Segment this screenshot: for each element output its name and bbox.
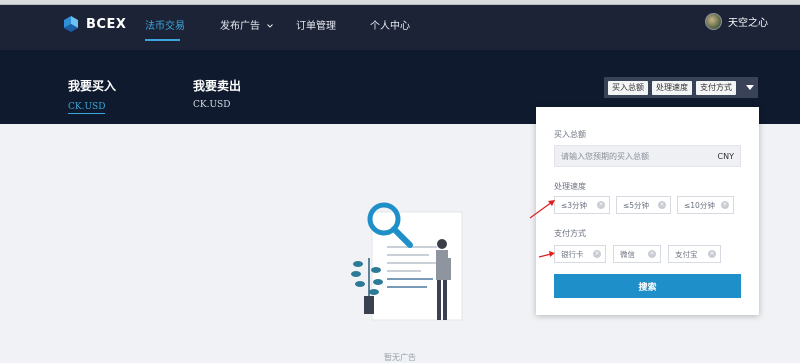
nav-item-order-management[interactable]: 订单管理 [296, 17, 336, 32]
empty-state-text: 暂无广告 [384, 353, 416, 362]
sell-title: 我要卖出 [193, 79, 242, 93]
brand-logo[interactable]: BCEX [62, 15, 126, 33]
buy-title: 我要买入 [68, 79, 117, 93]
filter-dropdown-toggle[interactable] [741, 77, 758, 98]
payment-option-wechat[interactable]: 微信 × [613, 245, 661, 263]
close-icon[interactable]: × [721, 201, 729, 209]
payment-option-label: 支付宝 [675, 249, 698, 259]
nav-item-fiat-trade[interactable]: 法币交易 [145, 17, 185, 32]
empty-state-illustration [351, 202, 463, 321]
close-icon[interactable]: × [708, 250, 716, 258]
sell-section[interactable]: 我要卖出 CK.USD [193, 77, 241, 110]
annotation-arrow-icon [529, 200, 555, 219]
chevron-down-icon [267, 24, 274, 28]
close-icon[interactable]: × [648, 250, 656, 258]
payment-option-bank-card[interactable]: 银行卡 × [554, 245, 606, 263]
nav-active-indicator [145, 39, 180, 41]
speed-option-10min[interactable]: ≤10分钟 × [677, 196, 734, 214]
user-menu[interactable]: 天空之心 [705, 13, 768, 30]
filter-tag-speed[interactable]: 处理速度 [652, 80, 692, 95]
user-name: 天空之心 [728, 18, 768, 29]
filter-panel: 买入总额 CNY 处理速度 ≤3分钟 × ≤5分钟 × ≤10分钟 × 支付方式… [536, 107, 759, 315]
payment-option-label: 微信 [620, 249, 635, 259]
amount-label: 买入总额 [554, 130, 586, 139]
amount-input[interactable] [561, 151, 718, 161]
search-button[interactable]: 搜索 [554, 274, 741, 298]
filter-toggle-bar[interactable]: 买入总额 处理速度 支付方式 [604, 77, 758, 98]
top-navbar: BCEX 法币交易 发布广告 订单管理 个人中心 天空之心 [0, 5, 800, 50]
filter-tag-amount[interactable]: 买入总额 [608, 80, 648, 95]
close-icon[interactable]: × [658, 201, 666, 209]
close-icon[interactable]: × [597, 201, 605, 209]
close-icon[interactable]: × [593, 250, 601, 258]
speed-option-label: ≤10分钟 [684, 200, 715, 210]
sell-currency-tab[interactable]: CK.USD [193, 100, 241, 110]
brand-name: BCEX [86, 16, 127, 32]
avatar [705, 13, 722, 30]
payment-option-alipay[interactable]: 支付宝 × [668, 245, 721, 263]
speed-option-label: ≤5分钟 [623, 200, 650, 210]
filter-tag-payment[interactable]: 支付方式 [696, 80, 736, 95]
speed-label: 处理速度 [554, 182, 586, 191]
annotation-arrow-icon [538, 251, 555, 258]
speed-option-3min[interactable]: ≤3分钟 × [554, 196, 610, 214]
bcex-logo-icon [64, 16, 78, 32]
nav-item-personal-center[interactable]: 个人中心 [370, 17, 410, 32]
speed-option-5min[interactable]: ≤5分钟 × [616, 196, 671, 214]
amount-field[interactable]: CNY [554, 145, 741, 167]
nav-item-post-ad[interactable]: 发布广告 [220, 17, 274, 32]
buy-section[interactable]: 我要买入 CK.USD [68, 77, 116, 114]
payment-option-label: 银行卡 [561, 249, 584, 259]
buy-currency-tab[interactable]: CK.USD [68, 102, 106, 114]
amount-currency: CNY [717, 151, 734, 161]
speed-option-label: ≤3分钟 [561, 200, 588, 210]
payment-label: 支付方式 [554, 229, 586, 238]
nav-item-post-ad-label: 发布广告 [220, 21, 260, 32]
caret-down-icon [745, 84, 754, 90]
